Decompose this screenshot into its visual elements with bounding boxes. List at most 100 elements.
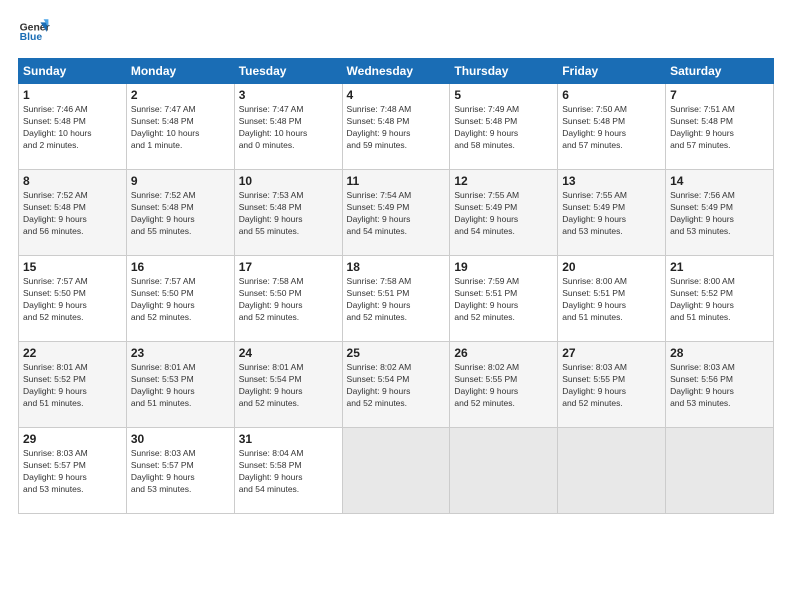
day-cell: 1 Sunrise: 7:46 AM Sunset: 5:48 PM Daylig… <box>19 84 127 170</box>
day-info: Sunrise: 7:54 AM Sunset: 5:49 PM Dayligh… <box>347 190 446 238</box>
day-info: Sunrise: 7:47 AM Sunset: 5:48 PM Dayligh… <box>239 104 338 152</box>
day-number: 23 <box>131 346 230 360</box>
day-cell: 27Sunrise: 8:03 AM Sunset: 5:55 PM Dayli… <box>558 342 666 428</box>
day-cell: 31 Sunrise: 8:04 AM Sunset: 5:58 PM Dayli… <box>234 428 342 514</box>
day-number: 28 <box>670 346 769 360</box>
day-cell: 14 Sunrise: 7:56 AM Sunset: 5:49 PM Dayli… <box>666 170 774 256</box>
week-row-4: 22 Sunrise: 8:01 AM Sunset: 5:52 PM Dayli… <box>19 342 774 428</box>
day-cell: 4 Sunrise: 7:48 AM Sunset: 5:48 PM Daylig… <box>342 84 450 170</box>
day-info: Sunrise: 8:00 AM Sunset: 5:51 PM Dayligh… <box>562 276 661 324</box>
day-number: 15 <box>23 260 122 274</box>
calendar-table: SundayMondayTuesdayWednesdayThursdayFrid… <box>18 58 774 514</box>
day-number: 3 <box>239 88 338 102</box>
day-cell: 15 Sunrise: 7:57 AM Sunset: 5:50 PM Dayli… <box>19 256 127 342</box>
week-row-3: 15 Sunrise: 7:57 AM Sunset: 5:50 PM Dayli… <box>19 256 774 342</box>
day-number: 9 <box>131 174 230 188</box>
day-info: Sunrise: 7:57 AM Sunset: 5:50 PM Dayligh… <box>23 276 122 324</box>
day-number: 19 <box>454 260 553 274</box>
day-info: Sunrise: 8:04 AM Sunset: 5:58 PM Dayligh… <box>239 448 338 496</box>
day-info: Sunrise: 7:51 AM Sunset: 5:48 PM Dayligh… <box>670 104 769 152</box>
day-cell: 9 Sunrise: 7:52 AM Sunset: 5:48 PM Daylig… <box>126 170 234 256</box>
logo-icon: General Blue <box>18 16 50 48</box>
day-info: Sunrise: 8:01 AM Sunset: 5:54 PM Dayligh… <box>239 362 338 410</box>
day-cell: 13Sunrise: 7:55 AM Sunset: 5:49 PM Dayli… <box>558 170 666 256</box>
day-cell: 19Sunrise: 7:59 AM Sunset: 5:51 PM Dayli… <box>450 256 558 342</box>
day-number: 16 <box>131 260 230 274</box>
weekday-sunday: Sunday <box>19 59 127 84</box>
day-info: Sunrise: 7:55 AM Sunset: 5:49 PM Dayligh… <box>454 190 553 238</box>
day-cell: 8 Sunrise: 7:52 AM Sunset: 5:48 PM Daylig… <box>19 170 127 256</box>
day-cell: 6 Sunrise: 7:50 AM Sunset: 5:48 PM Daylig… <box>558 84 666 170</box>
day-number: 6 <box>562 88 661 102</box>
day-number: 31 <box>239 432 338 446</box>
page-header: General Blue <box>18 16 774 48</box>
day-info: Sunrise: 7:57 AM Sunset: 5:50 PM Dayligh… <box>131 276 230 324</box>
day-info: Sunrise: 7:48 AM Sunset: 5:48 PM Dayligh… <box>347 104 446 152</box>
day-number: 22 <box>23 346 122 360</box>
day-number: 14 <box>670 174 769 188</box>
day-cell: 3 Sunrise: 7:47 AM Sunset: 5:48 PM Daylig… <box>234 84 342 170</box>
day-number: 13 <box>562 174 661 188</box>
day-number: 12 <box>454 174 553 188</box>
day-info: Sunrise: 7:46 AM Sunset: 5:48 PM Dayligh… <box>23 104 122 152</box>
day-cell: 24 Sunrise: 8:01 AM Sunset: 5:54 PM Dayli… <box>234 342 342 428</box>
day-number: 24 <box>239 346 338 360</box>
day-number: 1 <box>23 88 122 102</box>
day-cell: 2Sunrise: 7:47 AM Sunset: 5:48 PM Daylig… <box>126 84 234 170</box>
day-info: Sunrise: 7:58 AM Sunset: 5:50 PM Dayligh… <box>239 276 338 324</box>
weekday-thursday: Thursday <box>450 59 558 84</box>
day-cell: 28 Sunrise: 8:03 AM Sunset: 5:56 PM Dayli… <box>666 342 774 428</box>
day-info: Sunrise: 8:01 AM Sunset: 5:52 PM Dayligh… <box>23 362 122 410</box>
day-number: 17 <box>239 260 338 274</box>
day-cell: 23Sunrise: 8:01 AM Sunset: 5:53 PM Dayli… <box>126 342 234 428</box>
day-cell: 10 Sunrise: 7:53 AM Sunset: 5:48 PM Dayli… <box>234 170 342 256</box>
day-info: Sunrise: 7:58 AM Sunset: 5:51 PM Dayligh… <box>347 276 446 324</box>
day-number: 26 <box>454 346 553 360</box>
day-number: 25 <box>347 346 446 360</box>
day-cell: 5Sunrise: 7:49 AM Sunset: 5:48 PM Daylig… <box>450 84 558 170</box>
weekday-friday: Friday <box>558 59 666 84</box>
day-cell: 16 Sunrise: 7:57 AM Sunset: 5:50 PM Dayli… <box>126 256 234 342</box>
weekday-header-row: SundayMondayTuesdayWednesdayThursdayFrid… <box>19 59 774 84</box>
day-info: Sunrise: 7:52 AM Sunset: 5:48 PM Dayligh… <box>131 190 230 238</box>
day-number: 18 <box>347 260 446 274</box>
day-cell: 22 Sunrise: 8:01 AM Sunset: 5:52 PM Dayli… <box>19 342 127 428</box>
day-cell: 20 Sunrise: 8:00 AM Sunset: 5:51 PM Dayli… <box>558 256 666 342</box>
week-row-2: 8 Sunrise: 7:52 AM Sunset: 5:48 PM Daylig… <box>19 170 774 256</box>
day-info: Sunrise: 8:02 AM Sunset: 5:54 PM Dayligh… <box>347 362 446 410</box>
day-info: Sunrise: 7:50 AM Sunset: 5:48 PM Dayligh… <box>562 104 661 152</box>
weekday-wednesday: Wednesday <box>342 59 450 84</box>
day-cell: 26Sunrise: 8:02 AM Sunset: 5:55 PM Dayli… <box>450 342 558 428</box>
day-cell: 18 Sunrise: 7:58 AM Sunset: 5:51 PM Dayli… <box>342 256 450 342</box>
day-info: Sunrise: 7:52 AM Sunset: 5:48 PM Dayligh… <box>23 190 122 238</box>
day-info: Sunrise: 7:56 AM Sunset: 5:49 PM Dayligh… <box>670 190 769 238</box>
logo: General Blue <box>18 16 50 48</box>
day-number: 7 <box>670 88 769 102</box>
day-cell: 17 Sunrise: 7:58 AM Sunset: 5:50 PM Dayli… <box>234 256 342 342</box>
day-number: 2 <box>131 88 230 102</box>
day-number: 20 <box>562 260 661 274</box>
day-info: Sunrise: 8:00 AM Sunset: 5:52 PM Dayligh… <box>670 276 769 324</box>
day-cell <box>450 428 558 514</box>
weekday-monday: Monday <box>126 59 234 84</box>
day-cell: 25 Sunrise: 8:02 AM Sunset: 5:54 PM Dayli… <box>342 342 450 428</box>
day-info: Sunrise: 7:53 AM Sunset: 5:48 PM Dayligh… <box>239 190 338 238</box>
day-cell <box>666 428 774 514</box>
day-number: 10 <box>239 174 338 188</box>
day-info: Sunrise: 8:03 AM Sunset: 5:56 PM Dayligh… <box>670 362 769 410</box>
day-info: Sunrise: 8:03 AM Sunset: 5:57 PM Dayligh… <box>23 448 122 496</box>
svg-text:Blue: Blue <box>20 32 43 43</box>
day-number: 4 <box>347 88 446 102</box>
weekday-tuesday: Tuesday <box>234 59 342 84</box>
day-info: Sunrise: 8:03 AM Sunset: 5:55 PM Dayligh… <box>562 362 661 410</box>
day-cell: 30Sunrise: 8:03 AM Sunset: 5:57 PM Dayli… <box>126 428 234 514</box>
day-cell: 11Sunrise: 7:54 AM Sunset: 5:49 PM Dayli… <box>342 170 450 256</box>
weekday-saturday: Saturday <box>666 59 774 84</box>
day-cell: 12 Sunrise: 7:55 AM Sunset: 5:49 PM Dayli… <box>450 170 558 256</box>
day-number: 8 <box>23 174 122 188</box>
day-number: 21 <box>670 260 769 274</box>
day-number: 5 <box>454 88 553 102</box>
day-info: Sunrise: 8:03 AM Sunset: 5:57 PM Dayligh… <box>131 448 230 496</box>
week-row-1: 1 Sunrise: 7:46 AM Sunset: 5:48 PM Daylig… <box>19 84 774 170</box>
week-row-5: 29Sunrise: 8:03 AM Sunset: 5:57 PM Dayli… <box>19 428 774 514</box>
